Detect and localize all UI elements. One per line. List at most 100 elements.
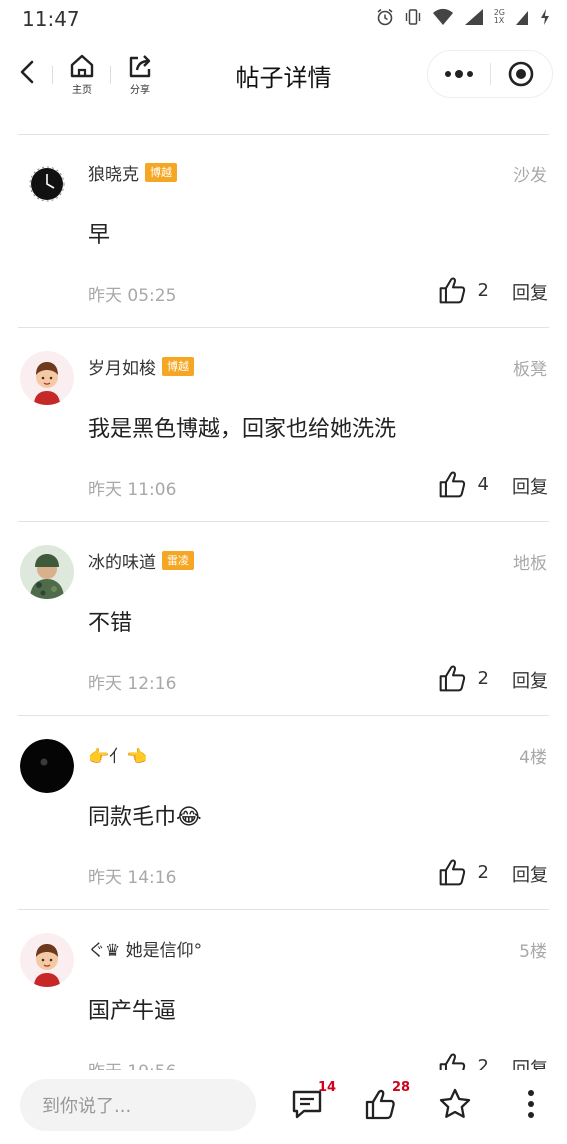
comment-time: 昨天 12:16 xyxy=(88,674,177,694)
nav-divider xyxy=(110,66,111,84)
comment-item[interactable]: 冰的味道 雷凌 地板不错昨天 12:16 2 回复 xyxy=(0,523,567,716)
comment-input[interactable]: 到你说了... xyxy=(20,1079,256,1131)
signal-icon xyxy=(464,9,483,25)
comment-content: 我是黑色博越，回家也给她洗洗 xyxy=(88,417,397,442)
comment-count: 14 xyxy=(318,1080,337,1095)
comment-item[interactable]: 岁月如梭 博越 板凳我是黑色博越，回家也给她洗洗昨天 11:06 4 回复 xyxy=(0,329,567,522)
avatar[interactable] xyxy=(20,157,74,211)
avatar[interactable] xyxy=(20,351,74,405)
star-icon xyxy=(439,1088,471,1118)
charging-icon xyxy=(541,9,549,25)
reply-button[interactable]: 回复 xyxy=(512,279,548,305)
divider xyxy=(18,327,549,328)
comment-feed[interactable]: 狼晓克 博越 沙发早昨天 05:25 2 回复 岁月如梭 博越 板凳 我是黑色博越，回家也给她洗… xyxy=(0,134,567,1070)
thumbs-up-icon xyxy=(439,1053,465,1070)
author-name[interactable]: 岁月如梭 xyxy=(88,354,156,379)
like-count: 2 xyxy=(477,1055,489,1071)
comment-time: 昨天 14:16 xyxy=(88,868,177,888)
floor-label: 5楼 xyxy=(519,942,547,962)
avatar[interactable] xyxy=(20,739,74,793)
nav-bar: 主页 分享 帖子详情 xyxy=(0,44,567,108)
comment-time: 昨天 05:25 xyxy=(88,286,177,306)
vertical-dots-icon xyxy=(528,1090,534,1118)
back-button[interactable] xyxy=(12,56,44,88)
car-model-badge: 博越 xyxy=(162,357,194,376)
car-model-badge: 博越 xyxy=(145,163,177,182)
thumbs-up-icon xyxy=(439,471,465,498)
nav-divider xyxy=(52,66,53,84)
status-bar: 11:47 2G 1X xyxy=(0,0,567,38)
status-time: 11:47 xyxy=(22,7,80,31)
comment-input-placeholder: 到你说了... xyxy=(42,1096,132,1117)
more-dots-icon xyxy=(444,70,473,78)
like-button[interactable]: 2 xyxy=(438,275,489,305)
share-label: 分享 xyxy=(130,85,150,96)
author-name[interactable]: 冰的味道 xyxy=(88,548,156,573)
author-name[interactable]: 狼晓克 xyxy=(88,160,139,185)
home-label: 主页 xyxy=(72,85,92,96)
comment-time: 昨天 19:56 xyxy=(88,1057,176,1070)
favorite-button[interactable] xyxy=(432,1084,478,1124)
share-button[interactable]: 分享 xyxy=(118,52,162,102)
thumbs-up-icon xyxy=(439,665,465,692)
like-button[interactable]: 2 xyxy=(438,663,489,693)
network-type: 2G 1X xyxy=(493,8,505,25)
comment-content: 不错 xyxy=(88,611,133,636)
like-button[interactable]: 2 xyxy=(438,857,489,887)
author-row: ぐ♛ 她是信仰° xyxy=(88,936,202,961)
home-icon xyxy=(70,54,94,78)
author-name[interactable]: ぐ♛ 她是信仰° xyxy=(88,936,202,961)
vibrate-icon xyxy=(405,9,420,25)
comment-time: 昨天 11:06 xyxy=(88,480,177,500)
wifi-icon xyxy=(432,8,453,25)
status-icons: 2G 1X xyxy=(376,8,551,26)
car-model-badge: 雷凌 xyxy=(162,551,194,570)
author-row: 岁月如梭 博越 xyxy=(88,354,194,379)
comment-content: 国产牛逼 xyxy=(88,999,177,1024)
comment-item[interactable]: 👉亻👈 4楼同款毛巾😂 昨天 14:16 2 回复 xyxy=(0,717,567,910)
divider xyxy=(18,909,549,910)
avatar[interactable] xyxy=(20,545,74,599)
floor-label: 板凳 xyxy=(513,360,547,380)
floor-label: 沙发 xyxy=(513,166,547,186)
target-close-icon xyxy=(508,61,534,87)
reply-button[interactable]: 回复 xyxy=(512,1055,548,1070)
like-count: 2 xyxy=(477,279,489,301)
reply-button[interactable]: 回复 xyxy=(512,861,548,887)
reply-button[interactable]: 回复 xyxy=(512,667,548,693)
author-name[interactable]: 👉亻👈 xyxy=(88,742,147,767)
author-row: 👉亻👈 xyxy=(88,742,147,767)
more-menu-button[interactable] xyxy=(428,51,490,97)
divider xyxy=(18,715,549,716)
comment-item[interactable]: ぐ♛ 她是信仰° 5楼国产牛逼昨天 19:56 2 回复 xyxy=(0,911,567,1070)
comment-item[interactable]: 狼晓克 博越 沙发早昨天 05:25 2 回复 xyxy=(0,135,567,328)
like-count: 2 xyxy=(477,667,489,689)
floor-label: 4楼 xyxy=(519,748,547,768)
miniprogram-capsule xyxy=(427,50,553,98)
bottom-action-bar: 到你说了... 14 28 xyxy=(0,1070,567,1144)
close-miniprogram-button[interactable] xyxy=(491,51,553,97)
like-count: 4 xyxy=(477,473,489,495)
floor-label: 地板 xyxy=(513,554,547,574)
comment-content: 早 xyxy=(88,223,111,248)
thumbs-up-icon xyxy=(439,277,465,304)
reply-button[interactable]: 回复 xyxy=(512,473,548,499)
chevron-left-icon xyxy=(20,60,34,84)
like-button[interactable]: 4 xyxy=(438,469,489,499)
comment-content: 同款毛巾😂 xyxy=(88,805,202,830)
avatar[interactable] xyxy=(20,933,74,987)
like-count: 2 xyxy=(477,861,489,883)
signal-icon-2 xyxy=(516,11,528,25)
author-row: 狼晓克 博越 xyxy=(88,160,177,185)
divider xyxy=(18,521,549,522)
like-post-button[interactable]: 28 xyxy=(358,1080,410,1124)
home-button[interactable]: 主页 xyxy=(60,52,104,102)
author-row: 冰的味道 雷凌 xyxy=(88,548,194,573)
like-button[interactable]: 2 xyxy=(438,1051,489,1070)
more-options-button[interactable] xyxy=(508,1084,554,1124)
alarm-icon xyxy=(377,8,393,26)
thumbs-up-icon xyxy=(439,859,465,886)
comments-button[interactable]: 14 xyxy=(284,1080,336,1124)
share-icon xyxy=(129,55,151,78)
like-count: 28 xyxy=(392,1080,411,1095)
